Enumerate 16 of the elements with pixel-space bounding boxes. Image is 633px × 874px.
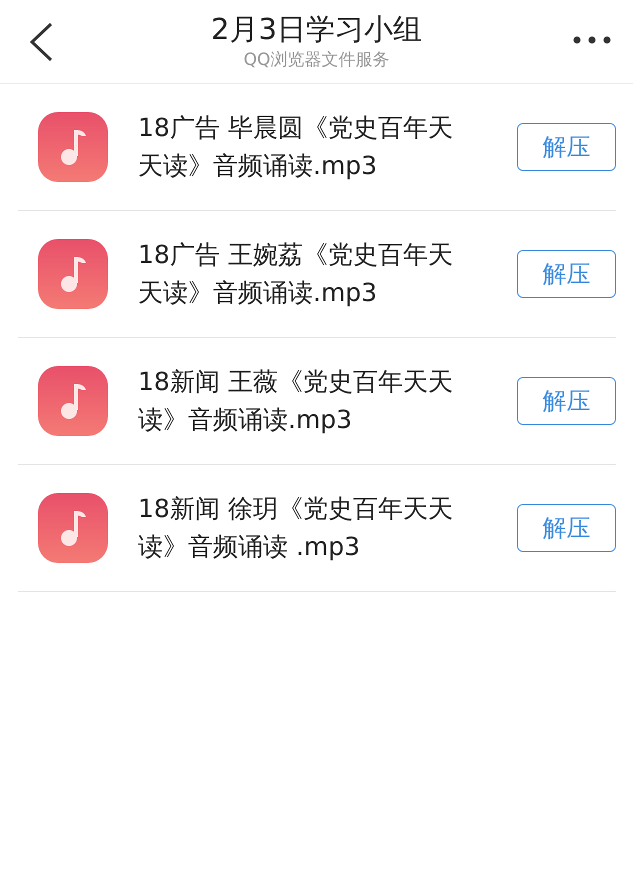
music-file-icon <box>38 493 108 563</box>
extract-button[interactable]: 解压 <box>517 123 616 171</box>
file-name: 18广告 王婉荔《党史百年天 天读》音频诵读.mp3 <box>138 239 454 309</box>
file-name: 18新闻 徐玥《党史百年天天 读》音频诵读 .mp3 <box>138 493 454 563</box>
extract-button[interactable]: 解压 <box>517 250 616 298</box>
window-subtitle: QQ浏览器文件服务 <box>244 49 390 72</box>
music-file-icon <box>38 112 108 182</box>
music-file-icon <box>38 239 108 309</box>
music-file-icon <box>38 366 108 436</box>
file-name: 18新闻 王薇《党史百年天天 读》音频诵读.mp3 <box>138 366 454 436</box>
extract-button[interactable]: 解压 <box>517 504 616 552</box>
back-icon[interactable] <box>28 22 54 62</box>
window-title: 2月3日学习小组 <box>211 11 422 48</box>
more-icon[interactable] <box>573 36 611 44</box>
extract-button[interactable]: 解压 <box>517 377 616 425</box>
file-name: 18广告 毕晨圆《党史百年天 天读》音频诵读.mp3 <box>138 112 454 182</box>
